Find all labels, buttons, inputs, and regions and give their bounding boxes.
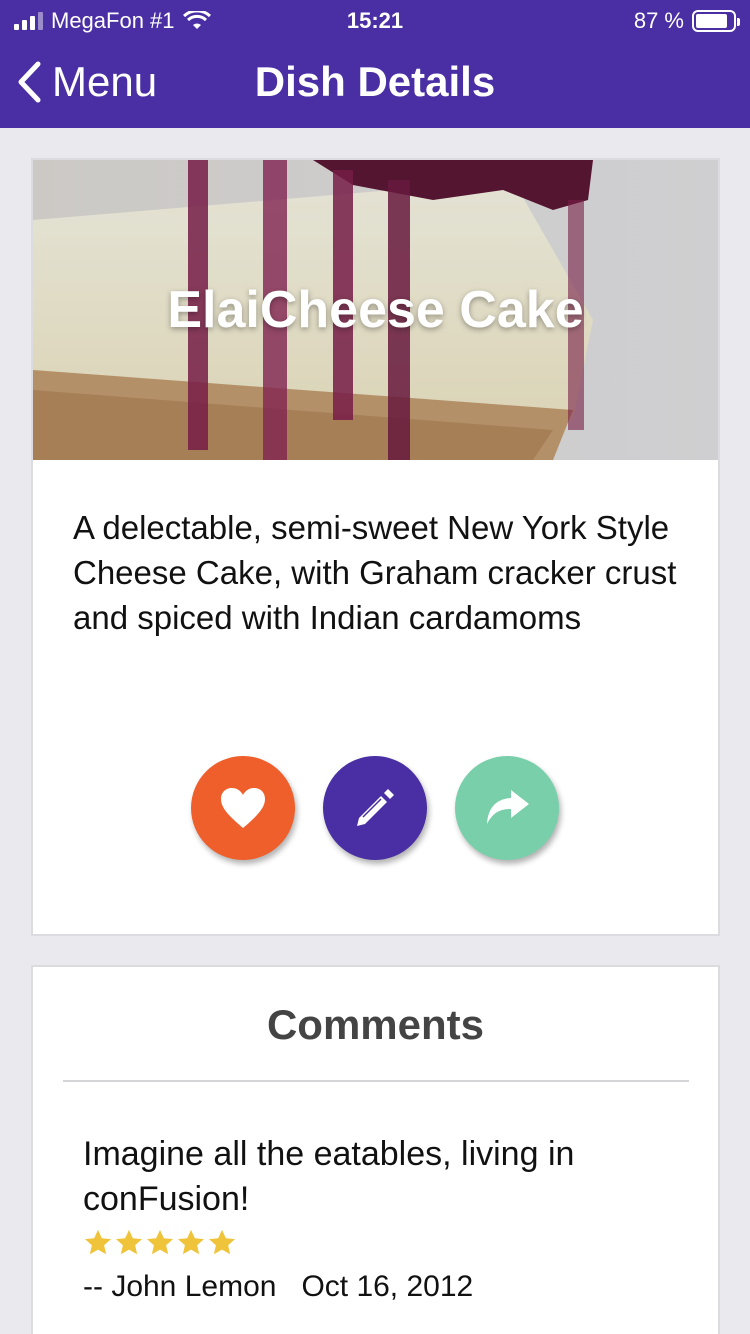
battery-fill — [696, 14, 728, 28]
status-bar: MegaFon #1 15:21 87 % — [0, 0, 750, 42]
comment-text: Imagine all the eatables, living in conF… — [83, 1135, 575, 1218]
battery-icon — [692, 10, 740, 32]
share-button[interactable] — [455, 756, 559, 860]
share-icon — [487, 790, 529, 824]
star-icon — [209, 1229, 235, 1255]
chevron-left-icon — [18, 61, 41, 103]
battery-info: 87 % — [633, 8, 740, 34]
back-label: Menu — [52, 58, 158, 105]
comment-item: Imagine all the eatables, living in conF… — [83, 1132, 683, 1304]
comment-meta: -- John Lemon Oct 16, 2012 — [83, 1270, 474, 1303]
action-buttons — [191, 756, 559, 860]
star-icon — [147, 1229, 173, 1255]
favorite-button[interactable] — [191, 756, 295, 860]
dish-name: ElaiCheese Cake — [167, 281, 584, 339]
star-icon — [178, 1229, 204, 1255]
heart-icon — [221, 788, 265, 828]
comments-title: Comments — [266, 1001, 485, 1048]
star-icon — [85, 1229, 111, 1255]
dish-description: A delectable, semi-sweet New York Style … — [73, 509, 677, 636]
comments-card: Comments Imagine all the eatables, livin… — [31, 965, 720, 1334]
star-icon — [116, 1229, 142, 1255]
dish-image: ElaiCheese Cake — [33, 160, 718, 460]
back-button[interactable]: Menu — [16, 58, 157, 106]
pencil-icon — [357, 789, 394, 826]
dish-card: ElaiCheese Cake A delectable, semi-sweet… — [31, 158, 720, 936]
divider — [63, 1080, 689, 1082]
battery-percent: 87 % — [633, 8, 684, 33]
navigation-bar: MegaFon #1 15:21 87 % Menu Dish Details — [0, 0, 750, 128]
edit-button[interactable] — [323, 756, 427, 860]
star-rating — [83, 1228, 683, 1258]
